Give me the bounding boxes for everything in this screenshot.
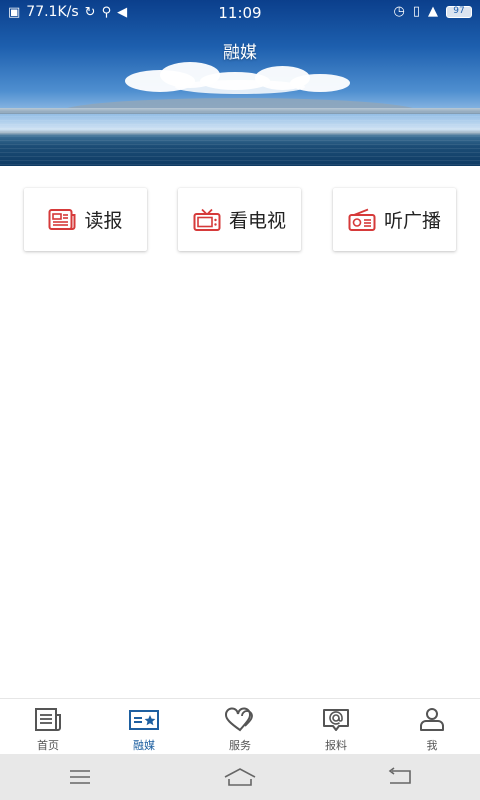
tab-service[interactable]: 服务: [192, 699, 288, 754]
back-icon: [388, 767, 411, 784]
person-icon: [420, 708, 444, 731]
vibrate-icon: ▯: [412, 4, 420, 19]
tv-icon: [193, 208, 221, 231]
app-root: ▣ 77.1K/s ↻ ⚲ ◀ 11:09 ◷ ▯ ▲ 97 融媒 读报 看电视…: [0, 0, 480, 800]
back-button[interactable]: [370, 757, 430, 797]
tab-me[interactable]: 我: [384, 699, 480, 754]
bottom-nav: 首页 融媒 服务 报料 我: [0, 698, 480, 754]
card-label: 听广播: [383, 210, 441, 232]
tab-label: 我: [426, 739, 438, 752]
home-icon: [224, 768, 256, 786]
newspaper-icon: [48, 208, 76, 230]
menu-button[interactable]: [50, 757, 110, 797]
home-news-icon: [35, 708, 61, 731]
menu-icon: [70, 770, 90, 784]
alarm-icon: ◷: [393, 4, 405, 19]
tab-label: 融媒: [133, 739, 155, 752]
tab-label: 首页: [37, 739, 59, 752]
card-label: 读报: [84, 210, 123, 232]
tab-label: 报料: [325, 739, 347, 752]
system-nav-bar: [0, 754, 480, 800]
media-card-icon: [129, 710, 159, 730]
status-bar: ▣ 77.1K/s ↻ ⚲ ◀ 11:09 ◷ ▯ ▲ 97: [0, 0, 480, 26]
read-newspaper-card[interactable]: 读报: [24, 188, 147, 251]
wifi-icon: ▲: [428, 4, 438, 19]
tab-media[interactable]: 融媒: [96, 699, 192, 754]
battery-icon: 97: [446, 5, 472, 18]
page-title: 融媒: [223, 43, 257, 63]
tab-home[interactable]: 首页: [0, 699, 96, 754]
tab-label: 服务: [229, 739, 251, 752]
radio-icon: [348, 208, 376, 231]
heart-service-icon: [225, 707, 253, 732]
home-button[interactable]: [210, 757, 270, 797]
watch-tv-card[interactable]: 看电视: [178, 188, 301, 251]
tab-report[interactable]: 报料: [288, 699, 384, 754]
report-at-icon: [323, 709, 349, 731]
card-label: 看电视: [228, 210, 286, 232]
listen-radio-card[interactable]: 听广播: [333, 188, 456, 251]
